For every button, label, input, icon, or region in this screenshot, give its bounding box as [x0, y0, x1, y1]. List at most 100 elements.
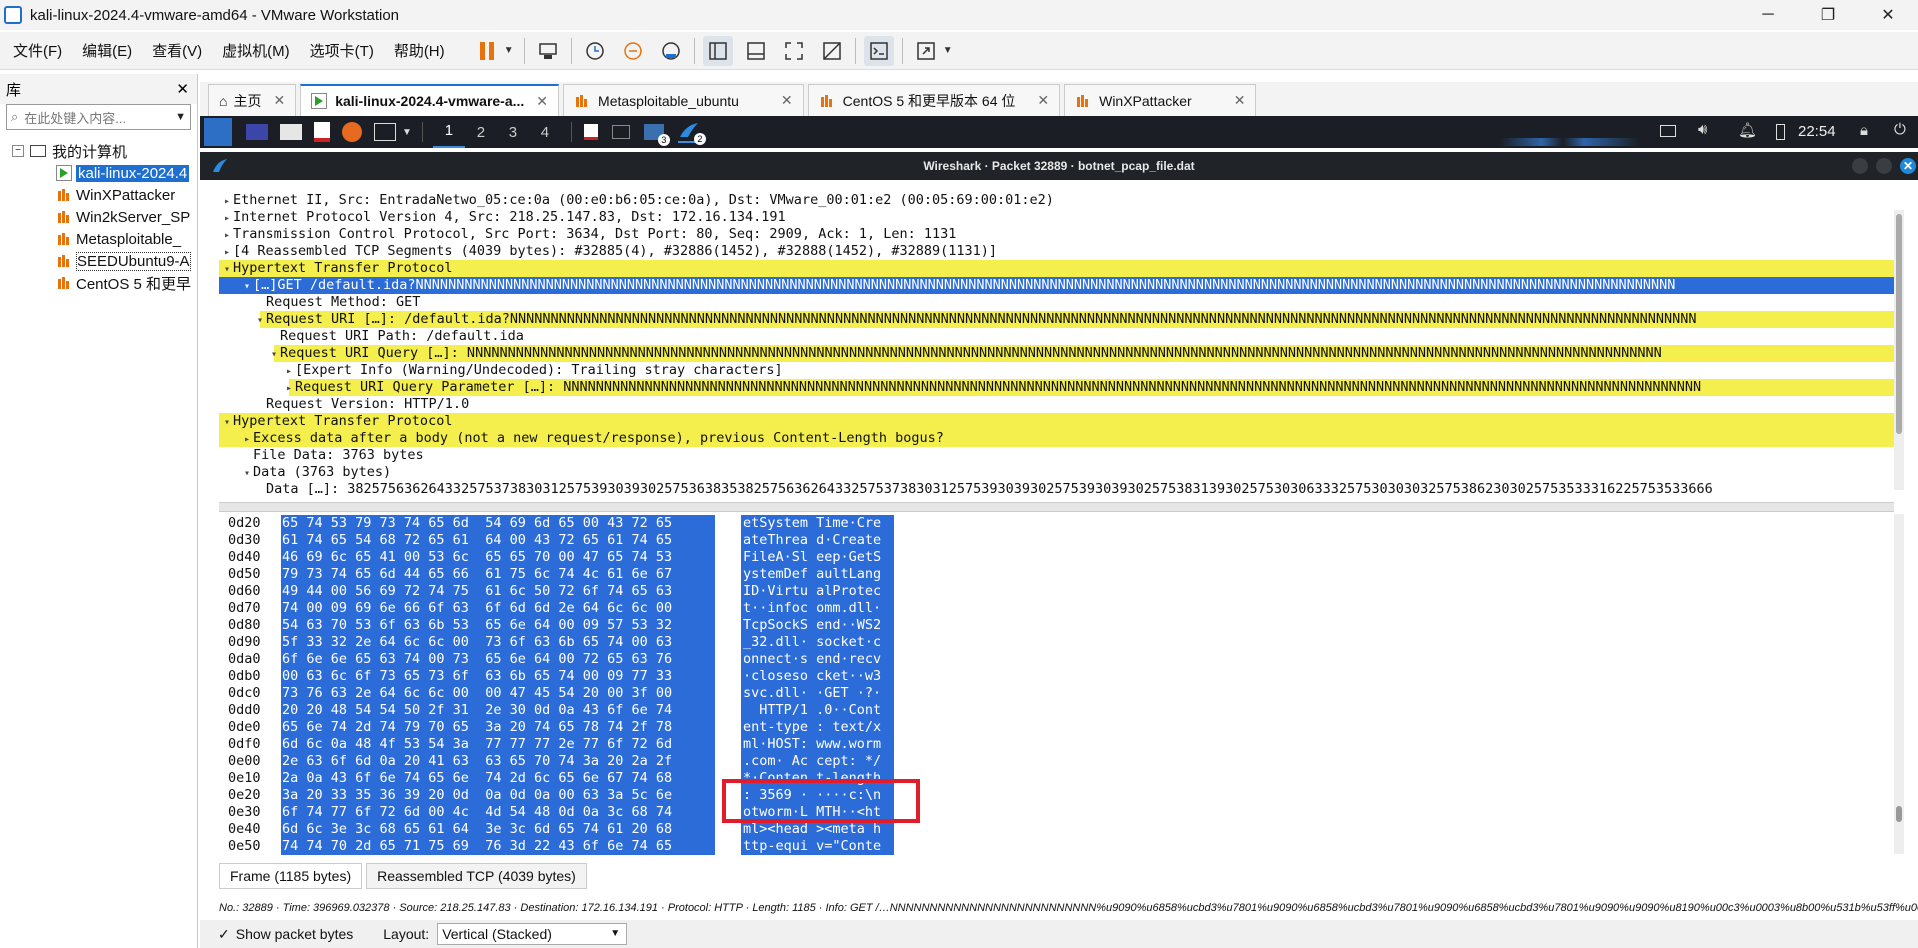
minimize-button[interactable]: ─	[1738, 0, 1798, 30]
byte-hex[interactable]: 2a 0a 43 6f 6e 74 65 6e 74 2d 6c 65 6e 6…	[281, 770, 715, 787]
expand-arrow-icon[interactable]: ▸	[221, 244, 233, 260]
byte-hex[interactable]: 6f 74 77 6f 72 6d 00 4c 4d 54 48 0d 0a 3…	[281, 804, 715, 821]
menu-edit[interactable]: 编辑(E)	[75, 40, 139, 61]
detail-row[interactable]: ▸ Request URI Query Parameter […]: NNNNNN…	[219, 379, 1894, 396]
tab-metasploitable[interactable]: Metasploitable_ubuntu ✕	[563, 84, 804, 116]
expand-arrow-icon[interactable]: ▸	[283, 380, 295, 396]
tab-close-icon[interactable]: ✕	[1234, 92, 1246, 109]
byte-row[interactable]: 0e10 2a 0a 43 6f 6e 74 65 6e 74 2d 6c 65 …	[219, 770, 1894, 787]
search-dropdown-icon[interactable]: ▼	[175, 111, 186, 123]
console-view-icon[interactable]	[863, 35, 894, 66]
byte-row[interactable]: 0e20 3a 20 33 35 36 39 20 0d 0a 0d 0a 00 …	[219, 787, 1894, 804]
byte-hex[interactable]: 74 74 70 2d 65 71 75 69 76 3d 22 43 6f 6…	[281, 838, 715, 855]
byte-ascii[interactable]: ttp-equi v="Conte	[741, 838, 894, 855]
byte-row[interactable]: 0d60 49 44 00 56 69 72 74 75 61 6c 50 72 …	[219, 583, 1894, 600]
detail-row[interactable]: ▸ Transmission Control Protocol, Src Port…	[219, 226, 1894, 243]
terminal-dropdown-icon[interactable]: ▼	[402, 127, 412, 138]
collapse-toggle-icon[interactable]: −	[12, 145, 24, 157]
byte-hex[interactable]: 6d 6c 0a 48 4f 53 54 3a 77 77 77 2e 77 6…	[281, 736, 715, 753]
show-bytes-label[interactable]: Show packet bytes	[236, 926, 354, 942]
detail-row[interactable]: Request Method: GET	[219, 294, 1894, 311]
byte-row[interactable]: 0df0 6d 6c 0a 48 4f 53 54 3a 77 77 77 2e …	[219, 736, 1894, 753]
collapse-arrow-icon[interactable]: ▾	[221, 261, 233, 277]
byte-hex[interactable]: 65 74 53 79 73 74 65 6d 54 69 6d 65 00 4…	[281, 515, 715, 532]
tree-item-my-computer[interactable]: − 我的计算机	[0, 140, 197, 162]
snapshot-icon[interactable]	[580, 36, 610, 66]
byte-hex[interactable]: 74 00 09 69 6e 66 6f 63 6f 6d 6d 2e 64 6…	[281, 600, 715, 617]
power-icon[interactable]: ⏻	[1894, 121, 1906, 138]
byte-hex[interactable]: 46 69 6c 65 41 00 53 6c 65 65 70 00 47 6…	[281, 549, 715, 566]
byte-ascii[interactable]: FileA·Sl eep·GetS	[741, 549, 894, 566]
tab-winxpattacker[interactable]: WinXPattacker ✕	[1064, 84, 1257, 116]
collapse-arrow-icon[interactable]: ▾	[268, 346, 280, 362]
byte-hex[interactable]: 65 6e 74 2d 74 79 70 65 3a 20 74 65 78 7…	[281, 719, 715, 736]
detail-row[interactable]: ▸ Ethernet II, Src: EntradaNetwo_05:ce:0a…	[219, 192, 1894, 209]
task-wireshark-icon[interactable]: 2	[677, 121, 706, 145]
menu-view[interactable]: 查看(V)	[145, 40, 209, 61]
byte-row[interactable]: 0d20 65 74 53 79 73 74 65 6d 54 69 6d 65 …	[219, 515, 1894, 532]
byte-row[interactable]: 0e50 74 74 70 2d 65 71 75 69 76 3d 22 43 …	[219, 838, 1894, 855]
collapse-arrow-icon[interactable]: ▾	[241, 278, 253, 294]
tree-item-vm[interactable]: SEEDUbuntu9-A	[0, 250, 197, 272]
byte-hex[interactable]: 20 20 48 54 54 50 2f 31 2e 30 0d 0a 43 6…	[281, 702, 715, 719]
task-wireshark-group-icon[interactable]: 3	[643, 124, 670, 146]
detail-row[interactable]: ▾ […]GET /default.ida?NNNNNNNNNNNNNNNNNNN…	[219, 277, 1894, 294]
tab-close-icon[interactable]: ✕	[273, 92, 285, 109]
unity-icon[interactable]	[817, 36, 847, 66]
menu-file[interactable]: 文件(F)	[6, 40, 69, 61]
pause-icon[interactable]	[472, 36, 502, 66]
byte-row[interactable]: 0e30 6f 74 77 6f 72 6d 00 4c 4d 54 48 0d …	[219, 804, 1894, 821]
byte-ascii[interactable]: etSystem Time·Cre	[741, 515, 894, 532]
tree-item-vm[interactable]: kali-linux-2024.4	[0, 162, 197, 184]
file-manager-icon[interactable]	[280, 124, 302, 140]
tree-item-vm[interactable]: Metasploitable_	[0, 228, 197, 250]
byte-row[interactable]: 0de0 65 6e 74 2d 74 79 70 65 3a 20 74 65 …	[219, 719, 1894, 736]
byte-row[interactable]: 0d90 5f 33 32 2e 64 6c 6c 00 73 6f 63 6b …	[219, 634, 1894, 651]
byte-ascii[interactable]: HTTP/1 .0··Cont	[741, 702, 894, 719]
snapshot-manager-icon[interactable]	[656, 36, 686, 66]
byte-ascii[interactable]: _32.dll· socket·c	[741, 634, 894, 651]
tab-centos[interactable]: CentOS 5 和更早版本 64 位 ✕	[807, 84, 1061, 116]
detail-row[interactable]: File Data: 3763 bytes	[219, 447, 1894, 464]
detail-row[interactable]: ▾ Hypertext Transfer Protocol	[219, 260, 1894, 277]
wireshark-close-button[interactable]: ✕	[1900, 158, 1916, 174]
byte-ascii[interactable]: ent-type : text/x	[741, 719, 894, 736]
library-close-icon[interactable]: ✕	[176, 80, 189, 98]
collapse-arrow-icon[interactable]: ▾	[241, 465, 253, 481]
byte-hex[interactable]: 6f 6e 6e 65 63 74 00 73 65 6e 64 00 72 6…	[281, 651, 715, 668]
packet-details-tree[interactable]: ▸ Ethernet II, Src: EntradaNetwo_05:ce:0a…	[219, 192, 1894, 502]
revert-snapshot-icon[interactable]	[618, 36, 648, 66]
detail-row[interactable]: ▸ [4 Reassembled TCP Segments (4039 bytes…	[219, 243, 1894, 260]
layout-select[interactable]: Vertical (Stacked) ▼	[437, 923, 628, 945]
tree-item-vm[interactable]: CentOS 5 和更早	[0, 272, 197, 294]
byte-row[interactable]: 0da0 6f 6e 6e 65 63 74 00 73 65 6e 64 00 …	[219, 651, 1894, 668]
expand-arrow-icon[interactable]: ▸	[283, 363, 295, 379]
collapse-arrow-icon[interactable]: ▾	[221, 414, 233, 430]
byte-hex[interactable]: 79 73 74 65 6d 44 65 66 61 75 6c 74 4c 6…	[281, 566, 715, 583]
byte-ascii[interactable]: TcpSockS end··WS2	[741, 617, 894, 634]
byte-row[interactable]: 0dd0 20 20 48 54 54 50 2f 31 2e 30 0d 0a …	[219, 702, 1894, 719]
task-terminal-icon[interactable]	[611, 125, 630, 139]
workspace-1[interactable]: 1	[432, 116, 465, 148]
bytes-scrollbar-thumb[interactable]	[1896, 806, 1902, 822]
wireshark-minimize-button[interactable]	[1852, 158, 1868, 174]
notification-icon[interactable]: 🔔︎	[1738, 121, 1757, 139]
show-bytes-checkbox[interactable]: ✓	[218, 926, 230, 943]
detail-row[interactable]: ▸ Excess data after a body (not a new req…	[219, 430, 1894, 447]
detail-row[interactable]: ▸ Internet Protocol Version 4, Src: 218.2…	[219, 209, 1894, 226]
library-search-input[interactable]: ⌕ 在此处键入内容... ▼	[6, 104, 191, 130]
details-scrollbar[interactable]	[1894, 210, 1904, 490]
tab-kali[interactable]: kali-linux-2024.4-vmware-a... ✕	[300, 84, 560, 116]
pane-splitter[interactable]	[219, 502, 1894, 512]
thumbnail-bar-icon[interactable]	[741, 36, 771, 66]
byte-row[interactable]: 0d50 79 73 74 65 6d 44 65 66 61 75 6c 74 …	[219, 566, 1894, 583]
collapse-arrow-icon[interactable]: ▾	[254, 312, 266, 328]
byte-hex[interactable]: 3a 20 33 35 36 39 20 0d 0a 0d 0a 00 63 3…	[281, 787, 715, 804]
detail-row[interactable]: Request Version: HTTP/1.0	[219, 396, 1894, 413]
desktop-icon[interactable]	[246, 124, 268, 140]
byte-hex[interactable]: 2e 63 6f 6d 0a 20 41 63 63 65 70 74 3a 2…	[281, 753, 715, 770]
details-scrollbar-thumb[interactable]	[1896, 214, 1902, 434]
tab-close-icon[interactable]: ✕	[536, 93, 548, 110]
tab-reassembled-tcp[interactable]: Reassembled TCP (4039 bytes)	[366, 863, 587, 889]
menu-vm[interactable]: 虚拟机(M)	[215, 40, 297, 61]
